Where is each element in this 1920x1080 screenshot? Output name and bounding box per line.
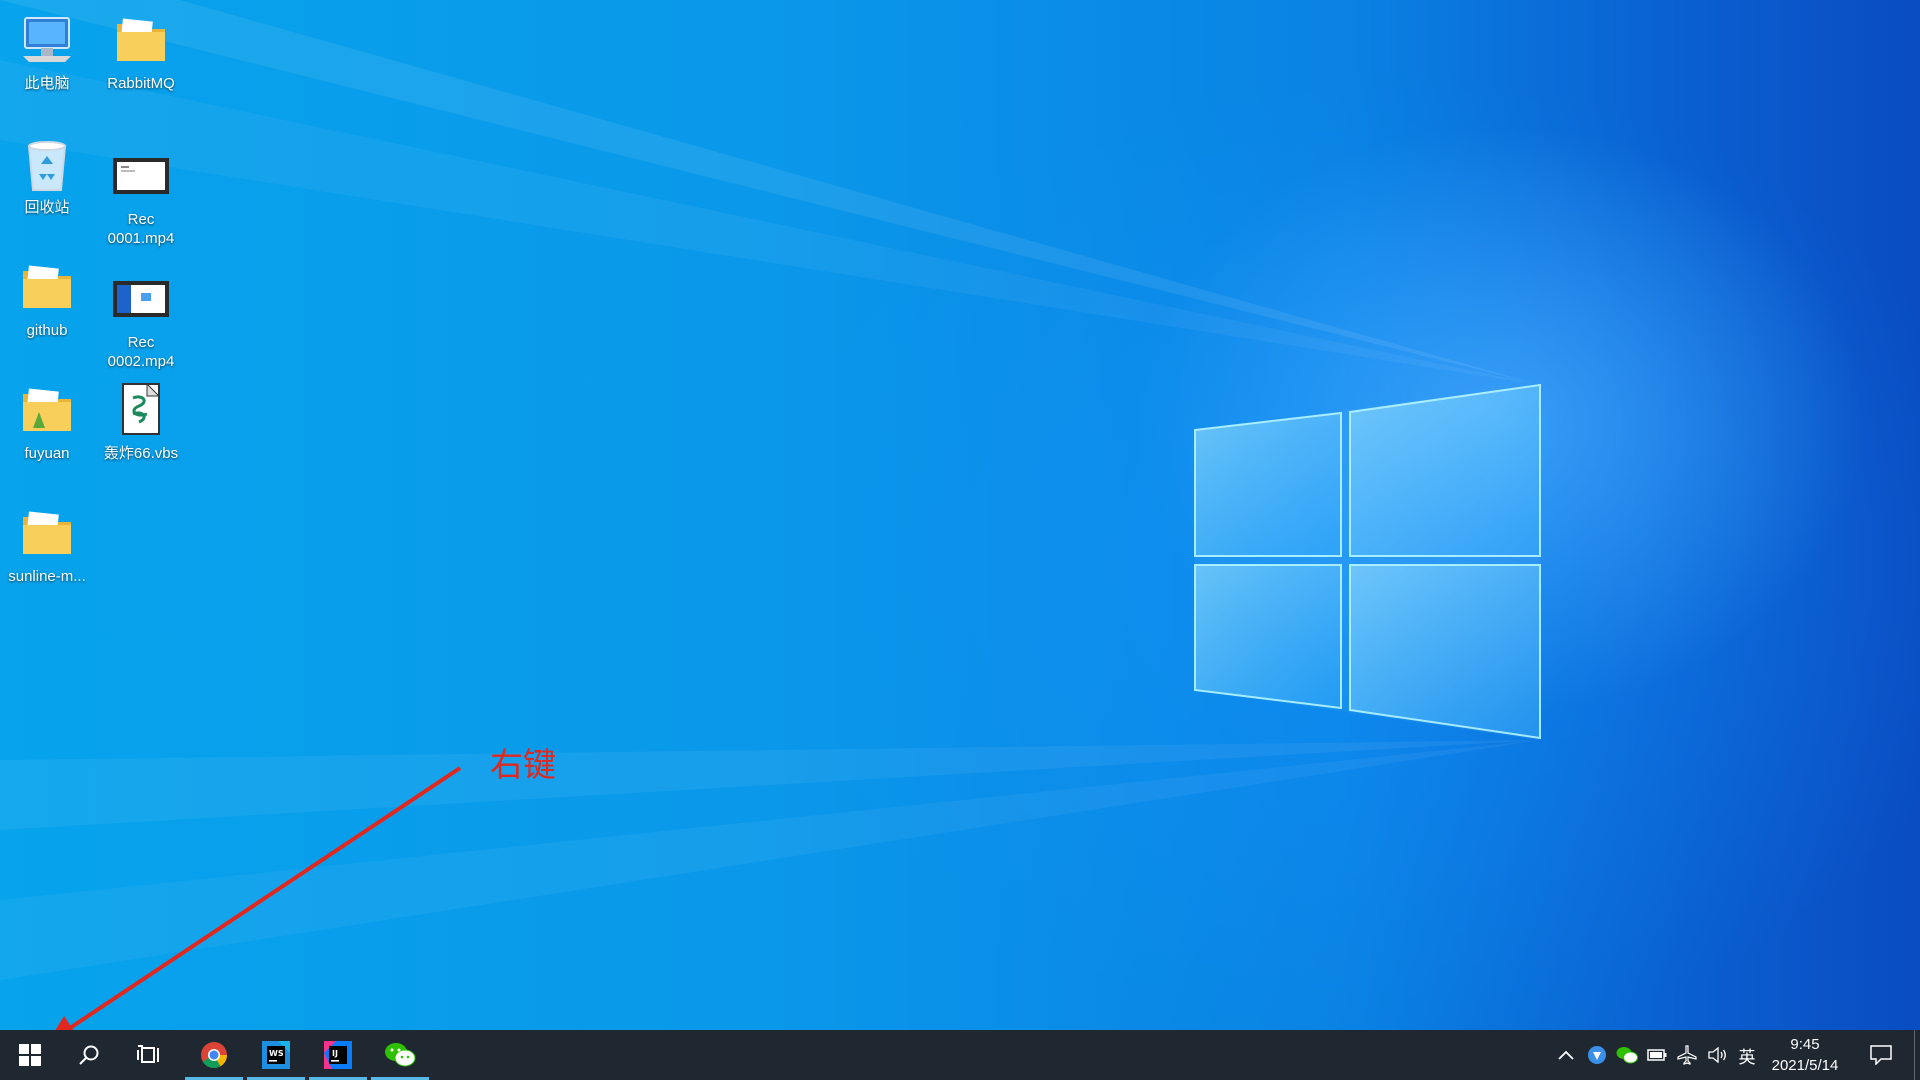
tray-app-wechat[interactable]	[1613, 1030, 1641, 1080]
search-button[interactable]	[60, 1030, 118, 1080]
clock-date: 2021/5/14	[1771, 1057, 1839, 1074]
webstorm-icon: WS	[262, 1041, 290, 1069]
windows-start-icon	[19, 1044, 41, 1066]
action-center-button[interactable]	[1860, 1030, 1902, 1080]
task-view-button[interactable]	[120, 1030, 178, 1080]
chevron-up-icon	[1558, 1050, 1574, 1060]
show-desktop-button[interactable]	[1914, 1030, 1920, 1080]
intellij-icon: IJ	[324, 1041, 352, 1069]
tray-battery[interactable]	[1643, 1030, 1671, 1080]
security-app-icon	[1588, 1046, 1606, 1064]
tray-airplane-mode[interactable]	[1673, 1030, 1701, 1080]
taskbar-app-wechat[interactable]	[371, 1030, 429, 1080]
taskbar-app-webstorm[interactable]: WS	[247, 1030, 305, 1080]
svg-text:WS: WS	[269, 1049, 284, 1058]
taskbar: WS IJ 英 9:45 2021/5/14	[0, 1030, 1920, 1080]
tray-app-shield[interactable]	[1583, 1030, 1611, 1080]
chrome-icon	[201, 1042, 228, 1069]
clock[interactable]: 9:45 2021/5/14	[1760, 1034, 1850, 1076]
tray-volume[interactable]	[1703, 1030, 1731, 1080]
wechat-icon	[385, 1043, 416, 1067]
svg-text:IJ: IJ	[332, 1049, 338, 1058]
battery-icon	[1647, 1049, 1667, 1061]
task-view-icon	[137, 1045, 159, 1063]
clock-time: 9:45	[1790, 1036, 1820, 1053]
airplane-icon	[1677, 1045, 1697, 1065]
search-icon	[79, 1045, 99, 1065]
taskbar-app-chrome[interactable]	[185, 1030, 243, 1080]
taskbar-app-intellij[interactable]: IJ	[309, 1030, 367, 1080]
start-button[interactable]	[0, 1030, 60, 1080]
wechat-icon	[1616, 1047, 1638, 1064]
input-method-indicator[interactable]: 英	[1733, 1030, 1761, 1080]
show-hidden-icons-button[interactable]	[1553, 1030, 1579, 1080]
notification-icon	[1870, 1045, 1892, 1065]
annotation-arrow	[55, 766, 462, 1030]
desktop[interactable]: 此电脑 RabbitMQ 回收站 Rec 0001.mp4 github Rec…	[0, 0, 1920, 1030]
speaker-icon	[1708, 1047, 1726, 1063]
